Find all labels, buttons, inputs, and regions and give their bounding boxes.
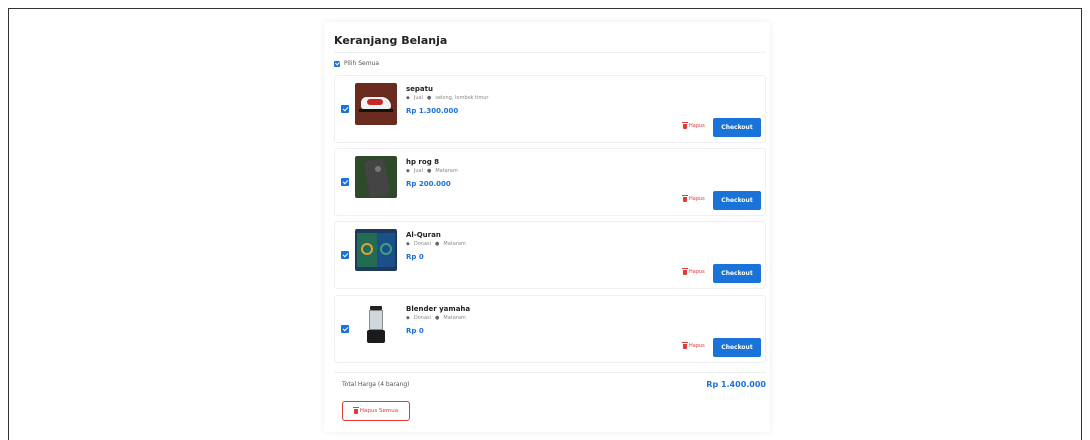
item-name: sepatu: [406, 85, 433, 93]
item-type: Jual: [413, 95, 423, 101]
product-image-book: [355, 229, 397, 271]
trash-icon: [682, 122, 688, 129]
product-image-phone: [355, 156, 397, 198]
item-name: hp rog 8: [406, 158, 440, 166]
product-image-shoe: [355, 83, 397, 125]
delete-item-button[interactable]: Hapus: [682, 342, 705, 349]
trash-icon: [682, 342, 688, 349]
tag-icon: ◆: [406, 95, 410, 101]
item-meta: ◆ Donasi ● Mataram: [406, 315, 466, 321]
select-all[interactable]: Pilih Semua: [334, 60, 379, 67]
checkout-button[interactable]: Checkout: [713, 191, 761, 210]
cart-item-hp-rog-8: hp rog 8 ◆ Jual ● Mataram Rp 200.000 Hap…: [334, 148, 766, 216]
delete-label: Hapus: [689, 343, 705, 349]
item-checkbox[interactable]: [341, 105, 349, 113]
delete-label: Hapus: [689, 123, 705, 129]
location-pin-icon: ●: [435, 241, 440, 247]
trash-icon: [682, 195, 688, 202]
delete-label: Hapus: [689, 196, 705, 202]
item-price: Rp 0: [406, 327, 424, 335]
select-all-label: Pilih Semua: [344, 60, 380, 67]
item-checkbox[interactable]: [341, 251, 349, 259]
item-checkbox[interactable]: [341, 178, 349, 186]
location-pin-icon: ●: [426, 168, 432, 174]
item-meta: ◆ Donasi ● Mataram: [406, 241, 466, 247]
checkout-button[interactable]: Checkout: [713, 264, 761, 283]
checkout-button[interactable]: Checkout: [713, 118, 761, 137]
item-checkbox[interactable]: [341, 325, 349, 333]
select-all-checkbox[interactable]: [334, 60, 340, 67]
tag-icon: ◆: [406, 315, 410, 321]
item-meta: ◆ Jual ● Mataram: [406, 168, 458, 174]
location-pin-icon: ●: [426, 95, 432, 101]
item-location: Mataram: [435, 168, 458, 174]
cart-item-al-quran: Al-Quran ◆ Donasi ● Mataram Rp 0 Hapus C…: [334, 221, 766, 289]
item-location: selong, lombok timur: [435, 95, 489, 101]
location-pin-icon: ●: [435, 315, 440, 321]
title-divider: [334, 52, 766, 53]
item-price: Rp 200.000: [406, 180, 451, 188]
delete-all-button[interactable]: Hapus Semua: [342, 401, 410, 421]
item-type: Donasi: [413, 315, 431, 321]
item-name: Al-Quran: [406, 231, 441, 239]
cart-item-blender-yamaha: Blender yamaha ◆ Donasi ● Mataram Rp 0 H…: [334, 295, 766, 363]
item-type: Donasi: [413, 241, 431, 247]
delete-label: Hapus: [689, 269, 705, 275]
item-meta: ◆ Jual ● selong, lombok timur: [406, 95, 488, 101]
trash-icon: [682, 268, 688, 275]
delete-item-button[interactable]: Hapus: [682, 268, 705, 275]
delete-all-label: Hapus Semua: [359, 408, 399, 414]
page-title: Keranjang Belanja: [334, 34, 448, 47]
checkout-button[interactable]: Checkout: [713, 338, 761, 357]
tag-icon: ◆: [406, 168, 410, 174]
delete-item-button[interactable]: Hapus: [682, 195, 705, 202]
cart-summary: Total Harga (4 barang) Rp 1.400.000 Hapu…: [334, 372, 766, 428]
total-value: Rp 1.400.000: [706, 380, 766, 389]
tag-icon: ◆: [406, 241, 410, 247]
product-image-blender: [355, 303, 397, 345]
item-price: Rp 0: [406, 253, 424, 261]
item-price: Rp 1.300.000: [406, 107, 459, 115]
cart-item-sepatu: sepatu ◆ Jual ● selong, lombok timur Rp …: [334, 75, 766, 143]
total-label: Total Harga (4 barang): [342, 381, 410, 388]
item-location: Mataram: [443, 315, 466, 321]
item-name: Blender yamaha: [406, 305, 471, 313]
item-location: Mataram: [443, 241, 466, 247]
item-type: Jual: [413, 168, 423, 174]
trash-icon: [352, 407, 359, 414]
delete-item-button[interactable]: Hapus: [682, 122, 705, 129]
